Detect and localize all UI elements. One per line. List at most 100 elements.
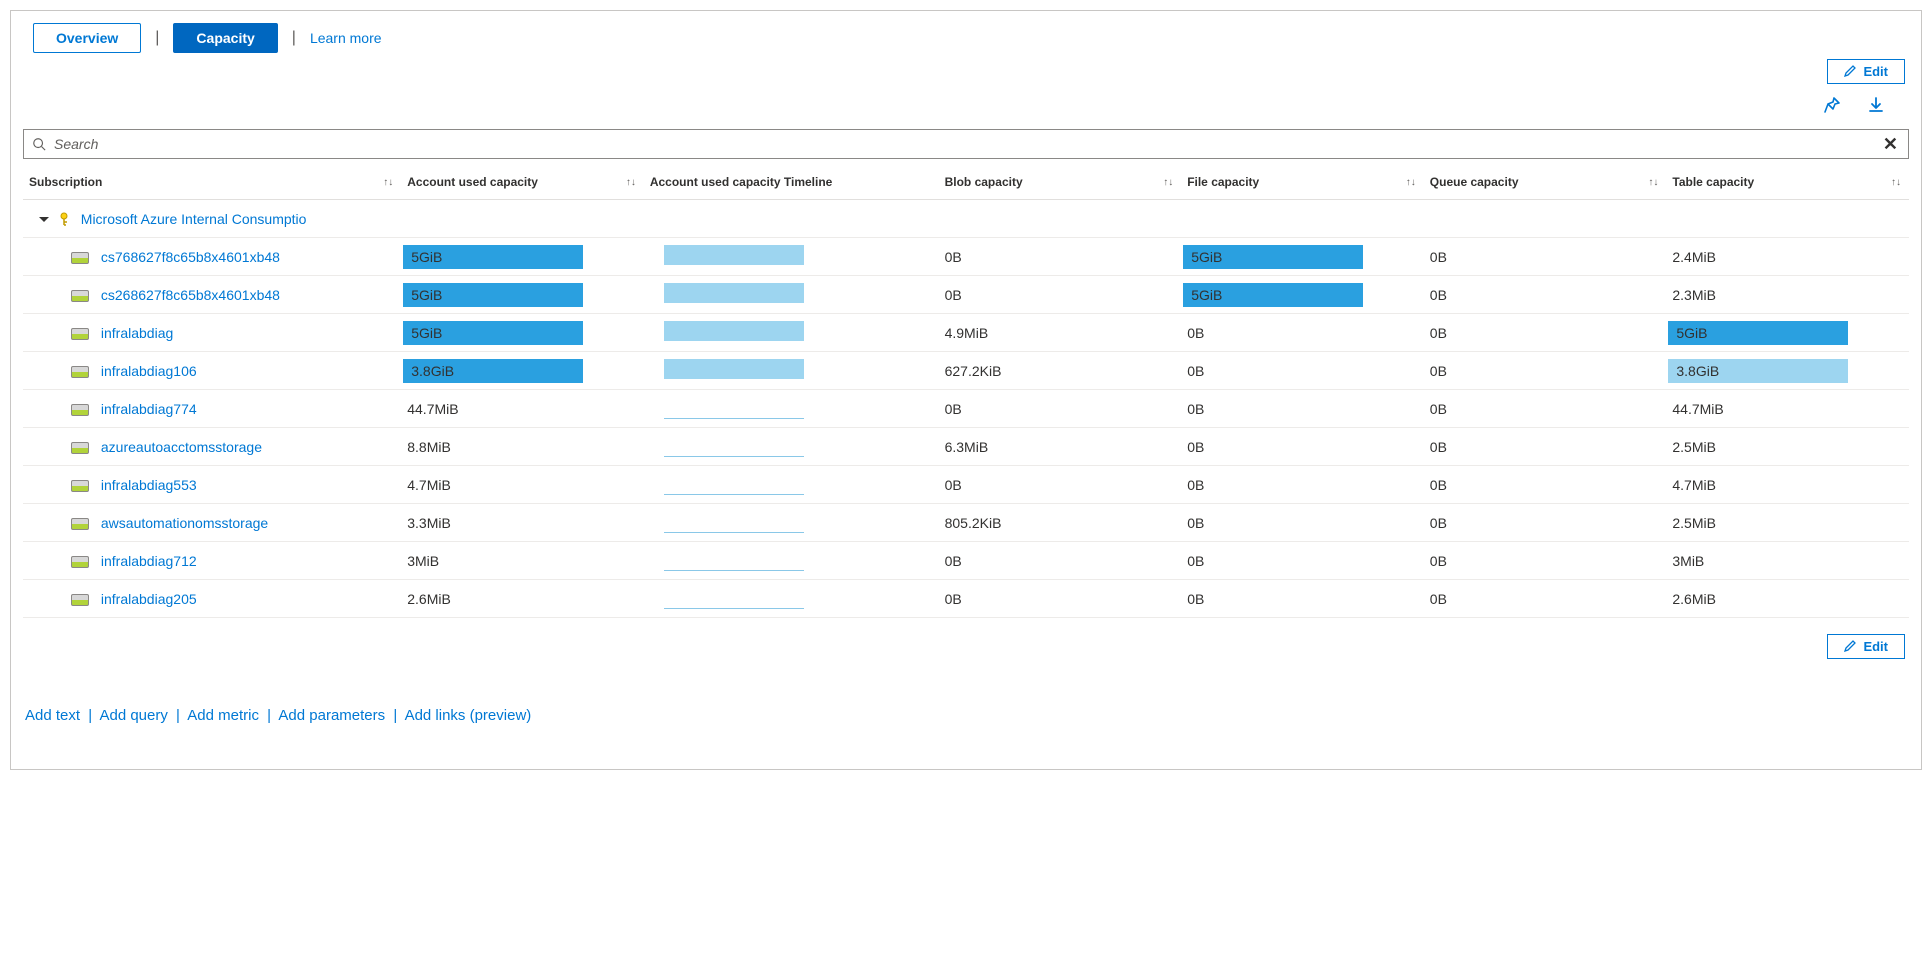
add-links-link[interactable]: Add links (preview) xyxy=(405,707,532,724)
storage-account-icon xyxy=(71,404,89,416)
value-cell: 0B xyxy=(1181,466,1424,504)
blob-cell: 0B xyxy=(939,390,1182,428)
value-cell: 2.4MiB xyxy=(1666,238,1909,276)
value-cell: 0B xyxy=(1181,390,1424,428)
add-query-link[interactable]: Add query xyxy=(99,707,167,724)
timeline-cell xyxy=(644,238,939,276)
edit-button-top[interactable]: Edit xyxy=(1827,59,1905,84)
storage-account-link[interactable]: infralabdiag205 xyxy=(101,591,197,607)
close-icon: ✕ xyxy=(1883,134,1898,154)
value-cell: 3MiB xyxy=(1666,542,1909,580)
col-label: Table capacity xyxy=(1672,175,1754,189)
add-text-link[interactable]: Add text xyxy=(25,707,80,724)
group-row[interactable]: Microsoft Azure Internal Consumptio xyxy=(23,200,1909,238)
col-blob[interactable]: Blob capacity↑↓ xyxy=(939,167,1182,200)
blob-cell: 805.2KiB xyxy=(939,504,1182,542)
storage-account-icon xyxy=(71,480,89,492)
col-account-used[interactable]: Account used capacity↑↓ xyxy=(401,167,644,200)
edit-button-row-bottom: Edit xyxy=(23,618,1909,663)
table-row[interactable]: cs768627f8c65b8x4601xb48 5GiB 0B 5GiB 0B… xyxy=(23,238,1909,276)
bar-label: 5GiB xyxy=(1676,325,1707,341)
storage-account-icon xyxy=(71,328,89,340)
storage-account-link[interactable]: infralabdiag553 xyxy=(101,477,197,493)
name-cell: infralabdiag774 xyxy=(23,390,401,428)
col-queue[interactable]: Queue capacity↑↓ xyxy=(1424,167,1667,200)
tab-divider: | xyxy=(155,29,159,47)
storage-account-link[interactable]: infralabdiag712 xyxy=(101,553,197,569)
table-row[interactable]: infralabdiag106 3.8GiB 627.2KiB0B0B 3.8G… xyxy=(23,352,1909,390)
value-cell: 0B xyxy=(1181,314,1424,352)
storage-account-link[interactable]: cs268627f8c65b8x4601xb48 xyxy=(101,287,280,303)
download-button[interactable] xyxy=(1863,92,1889,121)
table-row[interactable]: azureautoacctomsstorage 8.8MiB6.3MiB0B0B… xyxy=(23,428,1909,466)
blob-cell: 0B xyxy=(939,580,1182,618)
download-icon xyxy=(1867,96,1885,114)
pin-button[interactable] xyxy=(1819,92,1845,121)
col-subscription[interactable]: Subscription↑↓ xyxy=(23,167,401,200)
queue-cell: 0B xyxy=(1424,428,1667,466)
blob-cell: 0B xyxy=(939,238,1182,276)
group-name[interactable]: Microsoft Azure Internal Consumptio xyxy=(81,211,307,227)
bar-label: 3.8GiB xyxy=(1676,363,1719,379)
key-icon xyxy=(59,212,73,226)
queue-cell: 0B xyxy=(1424,314,1667,352)
tab-capacity[interactable]: Capacity xyxy=(173,23,277,53)
name-cell: azureautoacctomsstorage xyxy=(23,428,401,466)
sort-icon: ↑↓ xyxy=(383,177,393,188)
table-row[interactable]: infralabdiag774 44.7MiB0B0B0B44.7MiB xyxy=(23,390,1909,428)
tab-overview[interactable]: Overview xyxy=(33,23,141,53)
blob-cell: 0B xyxy=(939,276,1182,314)
name-cell: infralabdiag712 xyxy=(23,542,401,580)
sort-icon: ↑↓ xyxy=(1163,177,1173,188)
add-parameters-link[interactable]: Add parameters xyxy=(278,707,385,724)
bar-cell: 5GiB xyxy=(401,314,644,352)
value-cell: 44.7MiB xyxy=(1666,390,1909,428)
name-cell: infralabdiag106 xyxy=(23,352,401,390)
table-row[interactable]: infralabdiag205 2.6MiB0B0B0B2.6MiB xyxy=(23,580,1909,618)
col-file[interactable]: File capacity↑↓ xyxy=(1181,167,1424,200)
pencil-icon xyxy=(1844,640,1856,652)
timeline-cell xyxy=(644,314,939,352)
search-input[interactable] xyxy=(54,136,1873,152)
edit-button-row: Edit xyxy=(23,59,1909,84)
queue-cell: 0B xyxy=(1424,238,1667,276)
search-field[interactable]: ✕ xyxy=(23,129,1909,159)
storage-account-link[interactable]: infralabdiag xyxy=(101,325,173,341)
queue-cell: 0B xyxy=(1424,352,1667,390)
value-cell: 4.7MiB xyxy=(401,466,644,504)
name-cell: infralabdiag205 xyxy=(23,580,401,618)
name-cell: awsautomationomsstorage xyxy=(23,504,401,542)
table-row[interactable]: infralabdiag553 4.7MiB0B0B0B4.7MiB xyxy=(23,466,1909,504)
search-clear-button[interactable]: ✕ xyxy=(1873,134,1908,155)
col-timeline[interactable]: Account used capacity Timeline xyxy=(644,167,939,200)
storage-account-link[interactable]: infralabdiag774 xyxy=(101,401,197,417)
edit-label: Edit xyxy=(1863,639,1888,654)
learn-more-link[interactable]: Learn more xyxy=(310,30,382,46)
bar-cell: 5GiB xyxy=(1181,238,1424,276)
bar-label: 5GiB xyxy=(411,325,442,341)
storage-account-link[interactable]: azureautoacctomsstorage xyxy=(101,439,262,455)
value-cell: 0B xyxy=(1181,504,1424,542)
table-row[interactable]: awsautomationomsstorage 3.3MiB805.2KiB0B… xyxy=(23,504,1909,542)
add-metric-link[interactable]: Add metric xyxy=(187,707,259,724)
table-row[interactable]: cs268627f8c65b8x4601xb48 5GiB 0B 5GiB 0B… xyxy=(23,276,1909,314)
storage-account-icon xyxy=(71,556,89,568)
queue-cell: 0B xyxy=(1424,542,1667,580)
queue-cell: 0B xyxy=(1424,276,1667,314)
timeline-cell xyxy=(644,466,939,504)
blob-cell: 627.2KiB xyxy=(939,352,1182,390)
edit-button-bottom[interactable]: Edit xyxy=(1827,634,1905,659)
table-row[interactable]: infralabdiag 5GiB 4.9MiB0B0B 5GiB xyxy=(23,314,1909,352)
storage-account-icon xyxy=(71,366,89,378)
blob-cell: 0B xyxy=(939,542,1182,580)
storage-account-link[interactable]: cs768627f8c65b8x4601xb48 xyxy=(101,249,280,265)
link-separator: | xyxy=(176,707,180,724)
name-cell: infralabdiag553 xyxy=(23,466,401,504)
storage-account-link[interactable]: awsautomationomsstorage xyxy=(101,515,268,531)
storage-account-link[interactable]: infralabdiag106 xyxy=(101,363,197,379)
storage-account-icon xyxy=(71,252,89,264)
sort-icon: ↑↓ xyxy=(626,177,636,188)
table-row[interactable]: infralabdiag712 3MiB0B0B0B3MiB xyxy=(23,542,1909,580)
col-table[interactable]: Table capacity↑↓ xyxy=(1666,167,1909,200)
timeline-cell xyxy=(644,542,939,580)
